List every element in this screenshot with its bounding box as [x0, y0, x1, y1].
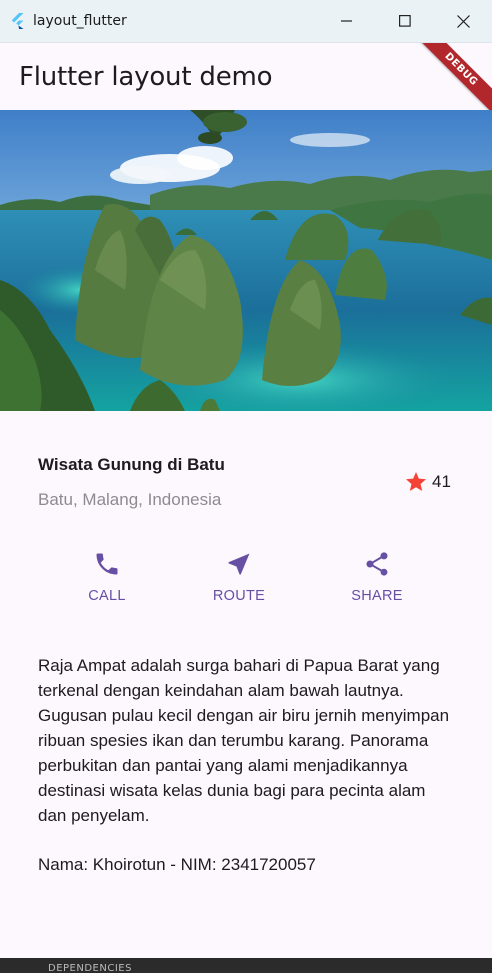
page-title: Flutter layout demo: [19, 62, 273, 92]
route-button[interactable]: ROUTE: [189, 550, 289, 604]
place-name: Wisata Gunung di Batu: [38, 455, 225, 474]
flutter-logo-icon: [11, 13, 24, 29]
hero-image: [0, 110, 492, 411]
navigation-icon: [228, 553, 250, 575]
minimize-icon: [341, 20, 352, 22]
title-section: Wisata Gunung di Batu Batu, Malang, Indo…: [38, 455, 458, 515]
description-text: Raja Ampat adalah surga bahari di Papua …: [38, 656, 450, 825]
star-icon: [406, 472, 426, 491]
maximize-icon: [399, 15, 411, 27]
rating: 41: [404, 470, 451, 494]
student-info: Nama: Khoirotun - NIM: 2341720057: [38, 855, 316, 874]
bottom-panel-strip: DEPENDENCIES: [0, 958, 492, 973]
share-button[interactable]: SHARE: [327, 550, 427, 604]
phone-icon: [96, 553, 118, 575]
call-label: CALL: [88, 588, 126, 604]
share-label: SHARE: [351, 588, 403, 604]
rating-count: 41: [432, 472, 451, 491]
call-button[interactable]: CALL: [57, 550, 157, 604]
maximize-button[interactable]: [376, 0, 434, 42]
share-icon: [366, 552, 388, 576]
place-location: Batu, Malang, Indonesia: [38, 490, 222, 509]
close-icon: [456, 14, 470, 28]
button-section: CALL ROUTE SHARE: [0, 550, 492, 620]
minimize-button[interactable]: [318, 0, 376, 42]
bottom-panel-label: DEPENDENCIES: [48, 963, 132, 973]
window-title: layout_flutter: [33, 13, 127, 29]
close-button[interactable]: [434, 0, 492, 42]
debug-banner: DEBUG: [409, 43, 492, 110]
window-titlebar: layout_flutter: [0, 0, 492, 43]
app-bar: Flutter layout demo DEBUG: [0, 43, 492, 110]
route-label: ROUTE: [212, 588, 266, 604]
